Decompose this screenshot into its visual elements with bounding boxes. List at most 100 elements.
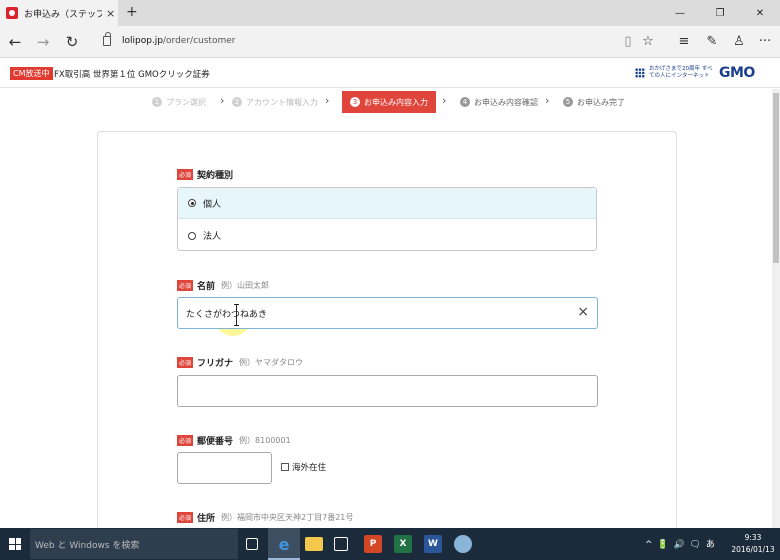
radio-corporation[interactable]: 法人 — [178, 220, 596, 251]
edge-icon[interactable]: e — [275, 535, 293, 554]
step-chevron-icon: › — [325, 94, 330, 107]
new-tab-button[interactable]: + — [126, 4, 138, 20]
field-example: 例）福岡市中央区天神2丁目7番21号 — [221, 513, 354, 522]
field-label-text: 契約種別 — [197, 171, 234, 181]
taskbar-search[interactable]: Web と Windows を検索 — [30, 529, 238, 559]
required-badge: 必須 — [177, 357, 194, 368]
radio-checked-icon[interactable] — [188, 199, 196, 207]
name-input[interactable]: たくさがわつねあき × — [177, 297, 598, 329]
text-cursor-icon — [234, 304, 239, 326]
back-arrow-icon[interactable]: ← — [6, 33, 24, 51]
name-label: 必須 名前 例）山田太郎 — [177, 279, 269, 292]
furigana-label: 必須 フリガナ 例）ヤマダタロウ — [177, 356, 303, 369]
step-1: 1 プラン選択 — [152, 93, 206, 111]
postal-code-input[interactable] — [177, 452, 272, 484]
radio-label: 個人 — [203, 199, 222, 210]
step-5: 5 お申込み完了 — [563, 93, 625, 111]
step-progress: 1 プラン選択 › 2 アカウント情報入力 › 3 お申込み内容入力 › 4 お申込み内… — [0, 89, 772, 115]
step-label: お申込み完了 — [577, 97, 625, 107]
step-chevron-icon: › — [220, 94, 225, 107]
file-explorer-icon[interactable] — [305, 537, 323, 551]
field-label-text: フリガナ — [197, 359, 234, 369]
windows-taskbar: Web と Windows を検索 e P X W ^ 🔋 🔊 🗨 あ 9:33… — [0, 528, 780, 560]
system-tray[interactable]: ^ 🔋 🔊 🗨 あ — [645, 537, 716, 550]
hub-icon[interactable]: ≡ — [676, 34, 692, 49]
field-label-text: 名前 — [197, 282, 216, 292]
required-badge: 必須 — [177, 512, 194, 523]
step-3: 3 お申込み内容入力 — [342, 91, 436, 113]
cm-badge[interactable]: CM放送中 — [10, 67, 53, 80]
step-number: 1 — [152, 97, 162, 107]
taskbar-clock[interactable]: 9:33 2016/01/13 — [728, 532, 778, 556]
share-icon[interactable]: ♙ — [731, 34, 747, 49]
step-number: 3 — [350, 97, 360, 107]
store-icon[interactable] — [334, 537, 348, 551]
postal-code-label: 必須 郵便番号 例）8100001 — [177, 434, 291, 447]
field-example: 例）ヤマダタロウ — [239, 358, 304, 367]
browser-tab[interactable]: お申込み（ステップ３）/ × — [0, 0, 118, 26]
gmo-logo[interactable]: GMO — [719, 65, 755, 81]
step-label: お申込み内容確認 — [474, 97, 538, 107]
step-label: アカウント情報入力 — [246, 97, 318, 107]
furigana-input[interactable] — [177, 375, 598, 407]
word-icon[interactable]: W — [424, 535, 442, 553]
field-label-text: 住所 — [197, 514, 216, 524]
start-button[interactable] — [0, 528, 30, 560]
required-badge: 必須 — [177, 435, 194, 446]
checkbox-unchecked-icon[interactable] — [281, 463, 289, 471]
required-badge: 必須 — [177, 169, 194, 180]
more-icon[interactable]: ··· — [757, 34, 773, 49]
step-chevron-icon: › — [442, 94, 447, 107]
close-window-button[interactable]: ✕ — [740, 0, 780, 26]
lock-icon — [103, 32, 111, 46]
tab-close-icon[interactable]: × — [106, 7, 115, 20]
browser-navbar: ← → ↻ lolipop.jp/order/customer ▯ ☆ ≡ ✎ … — [0, 26, 780, 58]
step-number: 5 — [563, 97, 573, 107]
url-host: lolipop.jp — [122, 36, 164, 46]
contract-type-label: 必須 契約種別 — [177, 168, 233, 181]
gmo-header-bar: CM放送中 FX取引高 世界第１位 GMOクリック証券 おかげさまで20周年 す… — [0, 59, 780, 88]
step-number: 4 — [460, 97, 470, 107]
step-chevron-icon: › — [545, 94, 550, 107]
gmo-tagline: おかげさまで20周年 すべての人にインターネット — [649, 66, 713, 79]
windows-logo-icon — [9, 538, 21, 550]
powerpoint-icon[interactable]: P — [364, 535, 382, 553]
task-view-icon[interactable] — [246, 538, 258, 550]
ad-link[interactable]: FX取引高 世界第１位 GMOクリック証券 — [54, 68, 210, 80]
contract-type-radio-group: 個人 法人 — [177, 187, 597, 251]
reading-view-icon[interactable]: ▯ — [620, 34, 636, 49]
page-content: 1 プラン選択 › 2 アカウント情報入力 › 3 お申込み内容入力 › 4 お申込み内… — [0, 89, 772, 528]
browser-tab-strip: お申込み（ステップ３）/ × + — ❐ ✕ — [0, 0, 780, 26]
web-note-icon[interactable]: ✎ — [704, 34, 720, 49]
minimize-button[interactable]: — — [660, 0, 700, 26]
excel-icon[interactable]: X — [394, 535, 412, 553]
radio-unchecked-icon[interactable] — [188, 231, 196, 240]
field-example: 例）山田太郎 — [221, 281, 270, 290]
radio-individual[interactable]: 個人 — [178, 188, 596, 219]
clock-time: 9:33 — [744, 533, 762, 542]
gmo-dots-icon — [635, 68, 645, 78]
step-label: プラン選択 — [166, 97, 206, 107]
paint-icon[interactable] — [454, 535, 472, 553]
required-badge: 必須 — [177, 280, 194, 291]
radio-label: 法人 — [203, 232, 222, 242]
clear-input-icon[interactable]: × — [577, 304, 589, 320]
refresh-icon[interactable]: ↻ — [63, 33, 81, 51]
address-bar[interactable]: lolipop.jp/order/customer — [122, 36, 235, 46]
step-label: お申込み内容入力 — [364, 97, 428, 107]
forward-arrow-icon[interactable]: → — [34, 33, 52, 51]
overseas-checkbox[interactable]: 海外在住 — [281, 461, 326, 473]
scroll-thumb[interactable] — [773, 93, 779, 263]
restore-button[interactable]: ❐ — [700, 0, 740, 26]
page-scrollbar[interactable] — [772, 89, 780, 528]
favorite-star-icon[interactable]: ☆ — [640, 34, 656, 49]
lolipop-favicon-icon — [6, 7, 18, 19]
checkbox-label: 海外在住 — [292, 463, 327, 473]
step-number: 2 — [232, 97, 242, 107]
address-label: 必須 住所 例）福岡市中央区天神2丁目7番21号 — [177, 511, 353, 524]
field-example: 例）8100001 — [239, 436, 291, 445]
tab-title: お申込み（ステップ３）/ — [24, 9, 102, 20]
url-path: /order/customer — [163, 36, 236, 46]
name-input-value: たくさがわつねあき — [186, 309, 268, 320]
field-label-text: 郵便番号 — [197, 437, 234, 447]
